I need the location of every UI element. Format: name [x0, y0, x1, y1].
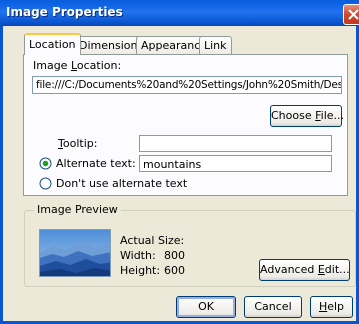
title-bar: Image Properties — [0, 0, 359, 26]
image-location-field[interactable]: file:///C:/Documents%20and%20Settings/Jo… — [32, 76, 342, 94]
actual-size-label: Actual Size: — [120, 234, 185, 247]
alternate-text-radio[interactable] — [39, 157, 52, 170]
width-value: 800 — [164, 249, 185, 262]
tooltip-label: Tooltip: — [58, 137, 98, 150]
tooltip-input[interactable] — [139, 135, 332, 152]
help-button[interactable]: Help — [310, 296, 353, 318]
tab-location[interactable]: Location — [24, 33, 81, 55]
image-location-label: Image Location: — [33, 59, 122, 72]
window-title: Image Properties — [6, 5, 123, 19]
height-value: 600 — [164, 264, 185, 277]
no-alternate-text-radio[interactable] — [39, 177, 52, 190]
cancel-button[interactable]: Cancel — [244, 296, 302, 318]
image-preview-title: Image Preview — [34, 203, 121, 216]
alternate-text-label: Alternate text: — [56, 157, 136, 170]
width-label: Width: — [120, 249, 156, 262]
tab-link[interactable]: Link — [199, 36, 232, 54]
window-frame-left — [0, 26, 3, 324]
image-preview-thumbnail — [39, 229, 111, 277]
ok-button[interactable]: OK — [176, 296, 236, 318]
no-alternate-text-label: Don't use alternate text — [56, 177, 188, 190]
alternate-text-input[interactable]: mountains — [139, 155, 332, 172]
choose-file-button[interactable]: Choose File... — [270, 105, 344, 127]
height-label: Height: — [120, 264, 161, 277]
close-button[interactable] — [343, 4, 359, 25]
advanced-edit-button[interactable]: Advanced Edit... — [259, 259, 350, 281]
close-icon — [348, 9, 359, 20]
